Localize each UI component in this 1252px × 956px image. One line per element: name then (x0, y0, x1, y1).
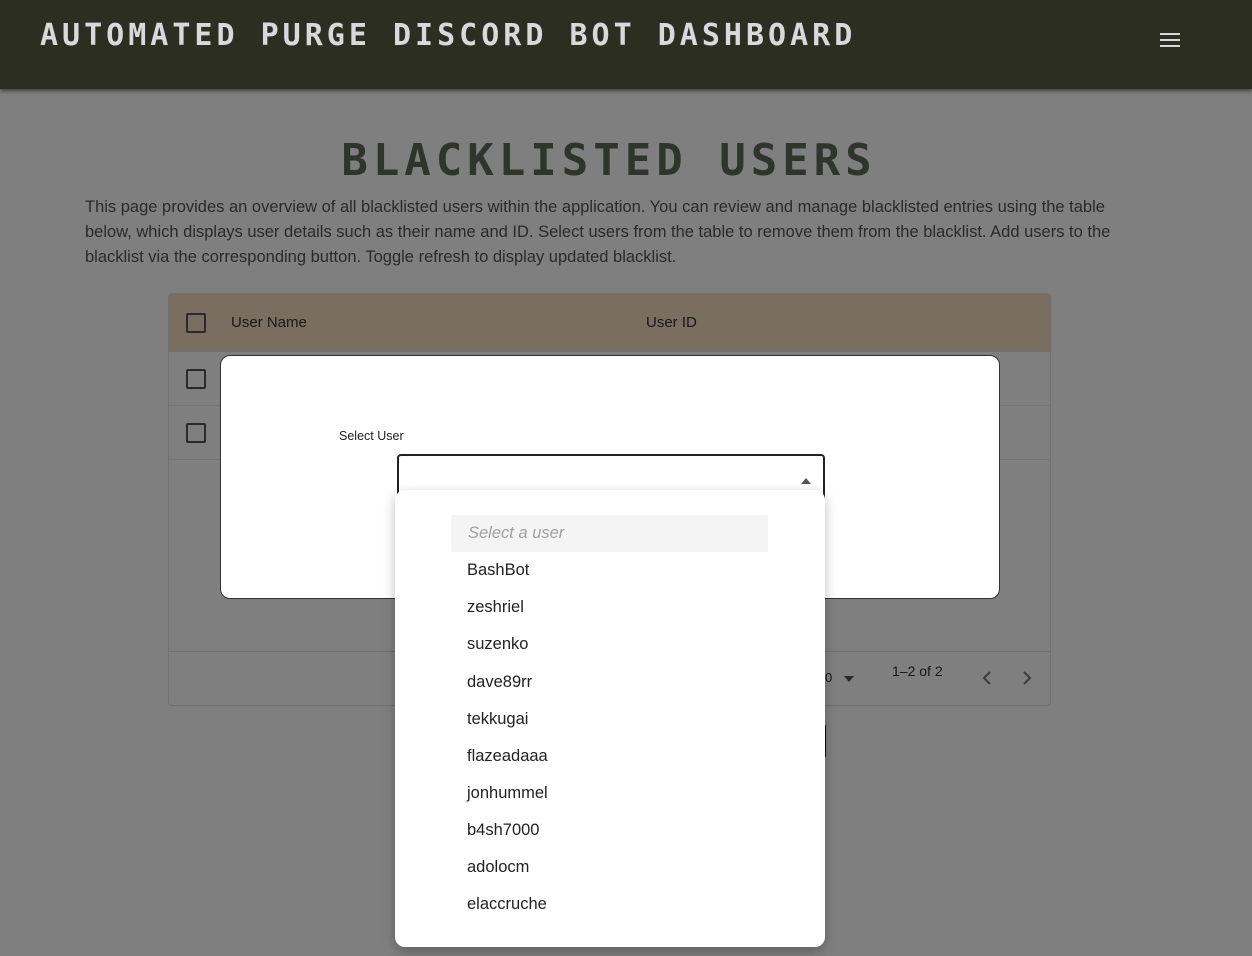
user-option[interactable]: tekkugai (467, 710, 528, 729)
hamburger-menu-button[interactable] (1154, 24, 1186, 56)
select-user-label: Select User (339, 429, 404, 443)
user-option[interactable]: suzenko (467, 635, 528, 654)
user-option[interactable]: adolocm (467, 858, 529, 877)
user-option[interactable]: flazeadaaa (467, 747, 548, 766)
user-option[interactable]: BashBot (467, 561, 529, 580)
user-option[interactable]: jonhummel (467, 784, 548, 803)
top-app-bar: AUTOMATED PURGE DISCORD BOT DASHBOARD (0, 0, 1252, 89)
caret-up-icon (801, 478, 811, 484)
hamburger-menu-icon (1160, 33, 1180, 47)
user-option[interactable]: dave89rr (467, 673, 532, 692)
user-option[interactable]: zeshriel (467, 598, 524, 617)
user-option[interactable]: elaccruche (467, 895, 547, 914)
user-options-menu: Select a user BashBot zeshriel suzenko d… (395, 490, 825, 947)
user-option[interactable]: b4sh7000 (467, 821, 540, 840)
app-title: AUTOMATED PURGE DISCORD BOT DASHBOARD (40, 18, 857, 53)
select-placeholder-option[interactable]: Select a user (451, 515, 768, 552)
